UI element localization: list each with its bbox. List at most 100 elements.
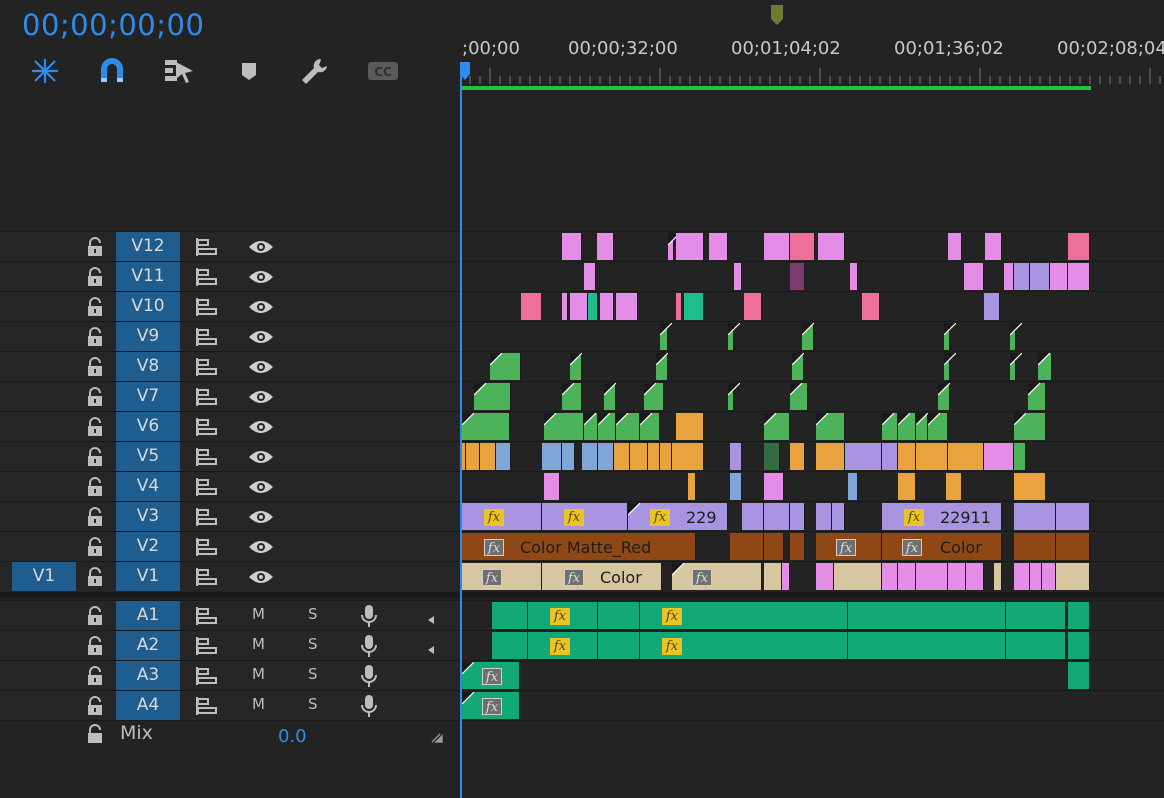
clip[interactable] [948,563,966,590]
track-lane-a1[interactable]: fx fx [460,600,1164,630]
track-lock-icon[interactable] [86,537,104,557]
clip[interactable] [582,443,598,470]
clip[interactable]: fx [640,632,848,659]
captions-icon[interactable]: CC [366,56,400,86]
clip[interactable] [948,443,984,470]
track-lock-icon[interactable] [86,477,104,497]
clip[interactable] [730,533,764,560]
clip[interactable] [544,413,584,440]
clip[interactable] [1010,323,1022,350]
clip[interactable] [544,473,560,500]
track-lock-icon[interactable] [86,507,104,527]
audio-level-icon[interactable] [426,610,436,624]
sync-lock-icon[interactable] [196,568,218,586]
snap-icon[interactable] [95,56,129,86]
clip[interactable] [644,383,664,410]
clip[interactable] [1068,602,1090,629]
clip[interactable] [742,503,764,530]
clip[interactable] [598,443,614,470]
clip[interactable] [916,443,948,470]
clip[interactable] [1014,263,1030,290]
clip[interactable] [782,563,790,590]
clip[interactable] [730,443,742,470]
track-lock-icon[interactable] [86,357,104,377]
clip[interactable] [584,413,598,440]
clip[interactable]: fx [462,503,542,530]
sync-lock-icon[interactable] [196,667,218,685]
sync-lock-icon[interactable] [196,448,218,466]
clip[interactable] [764,443,780,470]
clip[interactable] [848,632,1006,659]
clip[interactable] [588,293,598,320]
clip[interactable] [845,443,882,470]
clip[interactable] [1006,632,1066,659]
clip[interactable] [562,233,582,260]
clip[interactable] [764,413,790,440]
toggle-output-eye-icon[interactable] [248,539,274,555]
track-lane-v7[interactable] [460,381,1164,411]
clip[interactable]: fx Color [882,533,1002,560]
track-lock-icon[interactable] [86,447,104,467]
clip[interactable] [728,383,740,410]
sync-lock-icon[interactable] [196,268,218,286]
toggle-output-eye-icon[interactable] [248,239,274,255]
track-lock-icon[interactable] [86,267,104,287]
clip[interactable] [462,413,510,440]
clip[interactable] [764,503,790,530]
clip[interactable] [916,413,928,440]
clip[interactable] [1014,563,1030,590]
sync-lock-icon[interactable] [196,298,218,316]
clip[interactable] [640,413,660,440]
voice-over-mic-icon[interactable] [360,694,378,718]
clip[interactable] [944,323,956,350]
clip[interactable] [964,263,984,290]
clip[interactable] [916,563,948,590]
track-lock-icon[interactable] [86,327,104,347]
clip[interactable] [1068,662,1090,689]
track-label[interactable]: A4 [116,691,180,720]
clip[interactable] [744,293,762,320]
clip[interactable] [938,383,950,410]
clip[interactable] [790,443,805,470]
clip[interactable] [848,602,1006,629]
clip[interactable] [882,563,898,590]
clip[interactable] [834,563,882,590]
clip[interactable]: fx [528,632,598,659]
clip[interactable] [598,632,640,659]
track-lock-icon[interactable] [86,567,104,587]
playhead-timecode[interactable]: 00;00;00;00 [22,8,204,42]
clip[interactable] [764,563,782,590]
track-lane-a2[interactable]: fx fx [460,630,1164,660]
sync-lock-icon[interactable] [196,238,218,256]
clip[interactable] [898,443,916,470]
track-lane-v12[interactable] [460,231,1164,261]
clip[interactable] [832,503,845,530]
toggle-output-eye-icon[interactable] [248,419,274,435]
clip[interactable] [1056,503,1090,530]
clip[interactable] [764,473,784,500]
clip[interactable] [676,293,682,320]
clip[interactable] [1042,563,1056,590]
clip[interactable]: fx Color Matte_Red [462,533,696,560]
track-lane-v8[interactable] [460,351,1164,381]
toggle-output-eye-icon[interactable] [248,389,274,405]
track-lane-v3[interactable]: fx fx fx 229 fx 22911 [460,501,1164,531]
track-lock-icon[interactable] [86,636,104,656]
clip[interactable] [630,443,648,470]
track-label[interactable]: V6 [116,412,180,441]
track-lane-v10[interactable] [460,291,1164,321]
add-marker-icon[interactable] [232,56,266,86]
track-label[interactable]: V7 [116,382,180,411]
clip[interactable]: fx [640,602,848,629]
track-lock-icon[interactable] [86,417,104,437]
track-lock-icon[interactable] [86,297,104,317]
sync-lock-icon[interactable] [196,607,218,625]
clip[interactable] [898,473,916,500]
clip[interactable] [616,293,638,320]
clip[interactable] [792,353,804,380]
track-label[interactable]: V2 [116,532,180,561]
clip[interactable]: fx Color [542,563,662,590]
linked-selection-icon[interactable] [162,56,196,86]
clip[interactable] [480,443,496,470]
clip[interactable] [966,563,984,590]
